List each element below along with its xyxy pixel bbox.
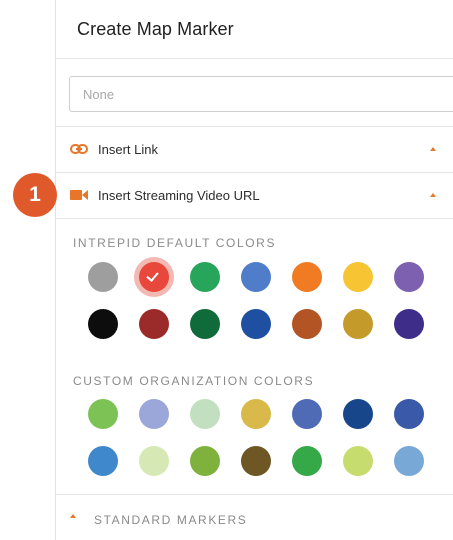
chevron-up-icon[interactable] [430, 147, 436, 151]
custom-color-swatch[interactable] [190, 446, 220, 476]
insert-streaming-video-row[interactable]: Insert Streaming Video URL [56, 172, 453, 218]
default-colors-header: INTREPID DEFAULT COLORS [73, 236, 277, 250]
create-map-marker-panel: Create Map Marker Insert Link Insert Str… [55, 0, 453, 540]
default-color-swatch[interactable] [88, 262, 118, 292]
custom-color-swatch[interactable] [88, 399, 118, 429]
standard-markers-row[interactable]: STANDARD MARKERS [56, 494, 453, 540]
link-icon [70, 142, 90, 156]
default-color-swatch[interactable] [292, 309, 322, 339]
custom-color-swatch[interactable] [139, 446, 169, 476]
custom-color-swatch[interactable] [88, 446, 118, 476]
insert-link-label: Insert Link [98, 141, 158, 157]
insert-streaming-video-label: Insert Streaming Video URL [98, 187, 260, 203]
divider [56, 218, 453, 219]
custom-color-swatch[interactable] [343, 446, 373, 476]
custom-color-swatch[interactable] [343, 399, 373, 429]
default-color-swatch[interactable] [292, 262, 322, 292]
default-color-swatch[interactable] [139, 309, 169, 339]
insert-link-row[interactable]: Insert Link [56, 126, 453, 172]
default-color-swatch[interactable] [343, 309, 373, 339]
custom-color-swatch[interactable] [190, 399, 220, 429]
standard-markers-label: STANDARD MARKERS [94, 513, 248, 527]
custom-color-swatch[interactable] [292, 446, 322, 476]
custom-color-swatch[interactable] [292, 399, 322, 429]
chevron-up-icon[interactable] [70, 514, 76, 518]
custom-color-swatch[interactable] [241, 399, 271, 429]
default-color-swatch[interactable] [394, 309, 424, 339]
panel-title: Create Map Marker [77, 19, 234, 39]
custom-colors-header: CUSTOM ORGANIZATION COLORS [73, 374, 315, 388]
custom-color-swatch[interactable] [394, 446, 424, 476]
divider [56, 58, 453, 59]
custom-color-swatch[interactable] [394, 399, 424, 429]
default-color-swatch[interactable] [190, 262, 220, 292]
default-color-swatch[interactable] [343, 262, 373, 292]
chevron-up-icon[interactable] [430, 193, 436, 197]
default-color-swatch[interactable] [190, 309, 220, 339]
default-color-swatch[interactable] [88, 309, 118, 339]
step-badge: 1 [13, 173, 57, 217]
default-color-swatch[interactable] [241, 262, 271, 292]
default-color-swatch[interactable] [241, 309, 271, 339]
default-color-swatch[interactable] [394, 262, 424, 292]
custom-color-swatch[interactable] [241, 446, 271, 476]
custom-color-swatch[interactable] [139, 399, 169, 429]
marker-name-field[interactable] [69, 76, 453, 112]
marker-name-input[interactable] [70, 77, 453, 111]
video-camera-icon [70, 188, 90, 202]
default-color-swatch[interactable] [139, 262, 169, 292]
